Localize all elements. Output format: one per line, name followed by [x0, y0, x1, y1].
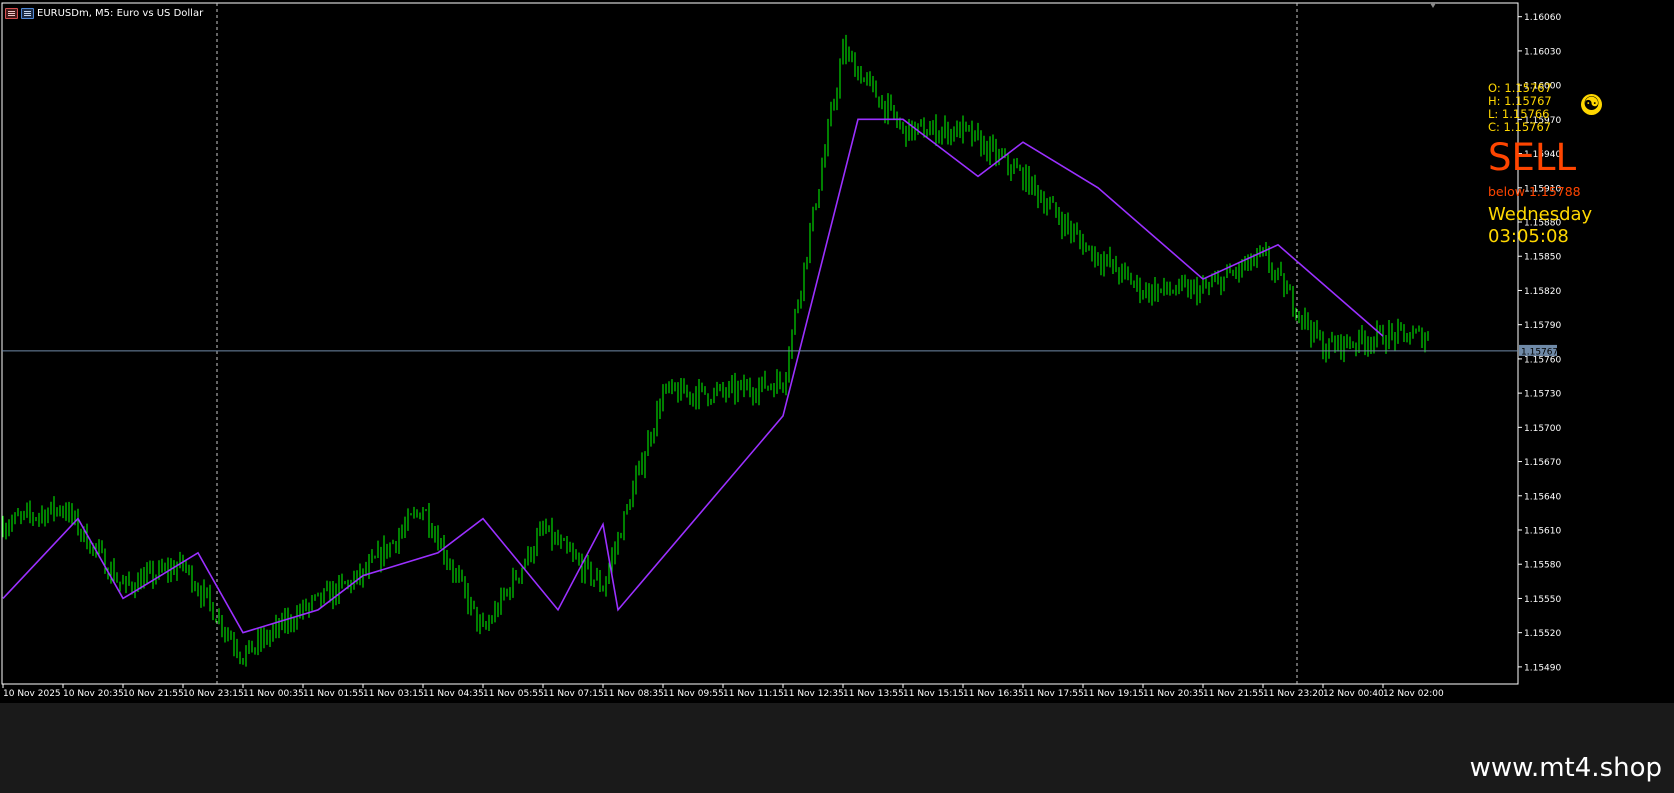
y-tick-label: 1.16030 — [1524, 47, 1561, 57]
x-tick-label: 11 Nov 08:35 — [603, 689, 664, 699]
bid-price-label: 1.15767 — [1521, 347, 1558, 357]
x-tick-label: 11 Nov 20:35 — [1143, 689, 1204, 699]
x-tick-label: 12 Nov 02:00 — [1383, 689, 1444, 699]
y-tick-label: 1.15580 — [1524, 561, 1561, 571]
indicators-icon[interactable] — [21, 7, 34, 19]
y-tick-label: 1.15550 — [1524, 595, 1561, 605]
plot-area — [1, 2, 1519, 685]
y-tick-label: 1.15790 — [1524, 321, 1561, 331]
ohlc-readout: O: 1.15767 H: 1.15767 L: 1.15766 C: 1.15… — [1488, 82, 1552, 134]
x-tick-label: 10 Nov 21:55 — [123, 689, 184, 699]
chart-menu-icon[interactable] — [5, 7, 18, 19]
x-tick-label: 11 Nov 19:15 — [1083, 689, 1144, 699]
x-tick-label: 12 Nov 00:40 — [1323, 689, 1384, 699]
x-tick-label: 11 Nov 07:15 — [543, 689, 604, 699]
x-tick-label: 11 Nov 23:20 — [1263, 689, 1324, 699]
y-tick-label: 1.15490 — [1524, 663, 1561, 673]
x-tick-label: 11 Nov 05:55 — [483, 689, 544, 699]
x-tick-label: 11 Nov 01:55 — [303, 689, 364, 699]
signal-panel: O: 1.15767 H: 1.15767 L: 1.15766 C: 1.15… — [1488, 82, 1602, 247]
x-tick-label: 11 Nov 11:15 — [723, 689, 784, 699]
y-tick-label: 1.16060 — [1524, 13, 1561, 23]
y-tick-label: 1.15850 — [1524, 253, 1561, 263]
y-tick-label: 1.15520 — [1524, 629, 1561, 639]
x-tick-label: 10 Nov 2025 — [3, 689, 61, 699]
y-tick-label: 1.15640 — [1524, 492, 1561, 502]
y-tick-label: 1.15670 — [1524, 458, 1561, 468]
x-tick-label: 11 Nov 04:35 — [423, 689, 484, 699]
yin-yang-icon: ☯ — [1581, 94, 1602, 115]
y-tick-label: 1.15820 — [1524, 287, 1561, 297]
price-chart[interactable]: 1.160601.160301.160001.159701.159401.159… — [0, 0, 1674, 793]
x-tick-label: 11 Nov 03:15 — [363, 689, 424, 699]
x-tick-label: 11 Nov 12:35 — [783, 689, 844, 699]
sell-signal: SELL — [1488, 136, 1577, 179]
x-tick-label: 11 Nov 17:55 — [1023, 689, 1084, 699]
x-tick-label: 11 Nov 09:55 — [663, 689, 724, 699]
chart-title-bar: EURUSDm, M5: Euro vs US Dollar — [5, 6, 203, 20]
sell-below-price: below 1.15788 — [1488, 184, 1581, 199]
x-tick-label: 11 Nov 00:35 — [243, 689, 304, 699]
footer-bar — [0, 703, 1674, 793]
x-tick-label: 11 Nov 21:55 — [1203, 689, 1264, 699]
weekday-label: Wednesday — [1488, 204, 1593, 225]
y-tick-label: 1.15610 — [1524, 527, 1561, 537]
x-tick-label: 11 Nov 16:35 — [963, 689, 1024, 699]
watermark: www.mt4.shop — [1469, 753, 1662, 783]
x-tick-label: 11 Nov 15:15 — [903, 689, 964, 699]
y-tick-label: 1.15700 — [1524, 424, 1561, 434]
clock-label: 03:05:08 — [1488, 226, 1569, 247]
x-tick-label: 10 Nov 20:35 — [63, 689, 124, 699]
x-tick-label: 10 Nov 23:15 — [183, 689, 244, 699]
y-tick-label: 1.15730 — [1524, 390, 1561, 400]
ohlc-close: C: 1.15767 — [1488, 120, 1552, 134]
x-tick-label: 11 Nov 13:55 — [843, 689, 904, 699]
chart-title: EURUSDm, M5: Euro vs US Dollar — [37, 7, 204, 19]
